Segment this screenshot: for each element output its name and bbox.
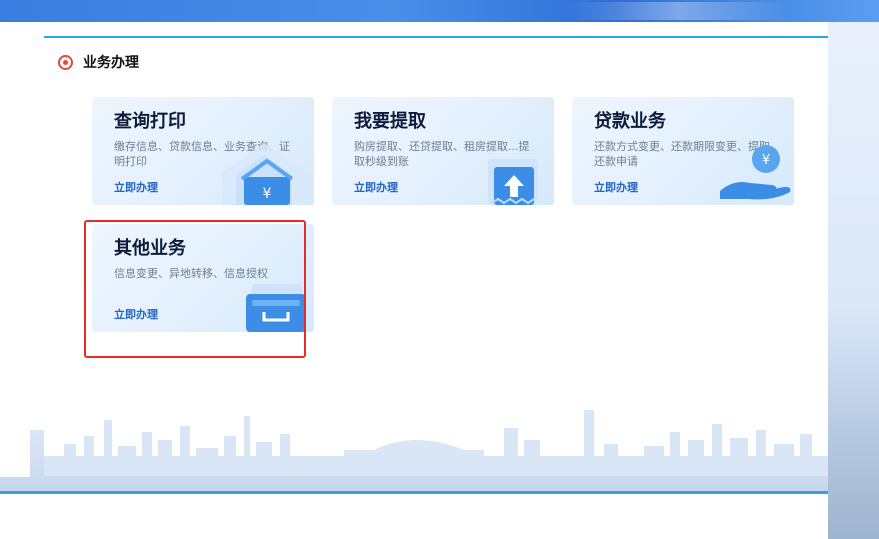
card-title: 其他业务 xyxy=(114,238,186,259)
section-header: 业务办理 xyxy=(58,52,139,72)
card-loan[interactable]: 贷款业务 还款方式变更、还款期限变更、提取还款申请 立即办理 ¥ xyxy=(572,97,794,205)
card-query-print[interactable]: 查询打印 缴存信息、贷款信息、业务查询、证明打印 立即办理 ¥ xyxy=(92,97,314,205)
banner-decoration xyxy=(569,2,789,20)
top-banner xyxy=(0,0,879,22)
drawer-box-icon xyxy=(246,284,306,332)
card-action-link[interactable]: 立即办理 xyxy=(114,179,158,195)
card-other[interactable]: 其他业务 信息变更、异地转移、信息授权 立即办理 xyxy=(92,224,314,332)
left-side-panel xyxy=(0,37,30,477)
upload-arrow-icon xyxy=(488,159,538,205)
card-action-link[interactable]: 立即办理 xyxy=(594,179,638,195)
hand-coin-icon: ¥ xyxy=(720,145,791,200)
city-skyline-illustration xyxy=(44,410,828,476)
card-title: 贷款业务 xyxy=(594,111,666,132)
background-city-photo xyxy=(828,22,879,539)
card-withdraw[interactable]: 我要提取 购房提取、还贷提取、租房提取...提取秒级到账 立即办理 xyxy=(332,97,554,205)
svg-text:¥: ¥ xyxy=(762,153,770,168)
section-title: 业务办理 xyxy=(83,55,139,71)
card-title: 查询打印 xyxy=(114,111,186,132)
card-action-link[interactable]: 立即办理 xyxy=(114,306,158,322)
footer-area xyxy=(0,494,828,539)
card-title: 我要提取 xyxy=(354,111,426,132)
target-dot-icon xyxy=(58,54,73,70)
house-yuan-icon: ¥ xyxy=(222,143,306,205)
business-panel: 业务办理 查询打印 缴存信息、贷款信息、业务查询、证明打印 立即办理 ¥ 我要提… xyxy=(44,36,828,476)
svg-text:¥: ¥ xyxy=(263,186,272,202)
card-action-link[interactable]: 立即办理 xyxy=(354,179,398,195)
